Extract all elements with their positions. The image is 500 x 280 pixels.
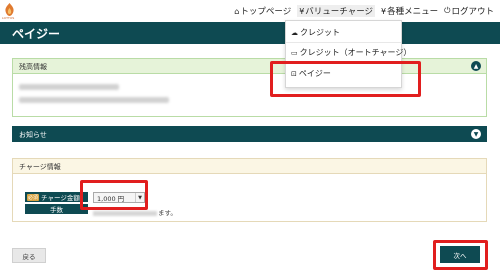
blurred-note — [93, 210, 157, 216]
page-title: ペイジー — [12, 27, 61, 41]
nav-top-page-label: トップページ — [240, 7, 292, 17]
required-badge: 必須 — [27, 193, 40, 201]
dropdown-divider — [286, 42, 401, 43]
charge-panel-title: チャージ情報 — [19, 163, 61, 171]
page-header: ペイジー — [0, 22, 500, 44]
notice-panel[interactable]: お知らせ ▼ — [12, 126, 487, 142]
back-button[interactable]: 戻る — [12, 248, 46, 263]
nav-value-charge[interactable]: ¥ バリューチャージ — [297, 5, 376, 17]
top-navbar: LOTTOS ⌂ トップページ ¥ バリューチャージ ¥ 各種メニュー ⏻ ログ… — [0, 0, 500, 22]
chevron-down-icon[interactable]: ▼ — [471, 129, 481, 139]
logo-text: LOTTOS — [2, 16, 15, 20]
nav-logout-label: ログアウト — [451, 7, 494, 17]
credit-card-icon: ▭ — [291, 48, 298, 57]
highlight-next — [433, 240, 488, 270]
logo-icon[interactable] — [4, 3, 15, 17]
nav-menu-label: 各種メニュー — [387, 7, 439, 17]
blurred-balance-line-2 — [19, 97, 169, 103]
charge-panel-header: チャージ情報 — [13, 159, 486, 174]
nav-logout[interactable]: ⏻ ログアウト — [444, 5, 494, 17]
chevron-up-icon[interactable]: ▲ — [471, 61, 481, 71]
fee-label: 手数 — [25, 204, 88, 214]
yen-icon: ¥ — [381, 6, 387, 16]
highlight-amount — [80, 180, 148, 210]
nav-top-page[interactable]: ⌂ トップページ — [234, 5, 292, 18]
charge-amount-label: 必須 チャージ金額 — [25, 192, 88, 202]
dropdown-item-credit-auto-label: クレジット（オートチャージ） — [299, 48, 412, 57]
main-nav: ⌂ トップページ ¥ バリューチャージ ¥ 各種メニュー ⏻ ログアウト — [234, 5, 494, 17]
power-icon: ⏻ — [444, 6, 451, 15]
dropdown-item-credit-label: クレジット — [300, 28, 340, 37]
nav-menu[interactable]: ¥ 各種メニュー — [381, 5, 439, 18]
yen-icon: ¥ — [299, 6, 305, 16]
nav-value-charge-label: バリューチャージ — [305, 7, 374, 17]
home-icon: ⌂ — [234, 6, 240, 16]
balance-panel-title: 残高情報 — [19, 63, 47, 71]
dropdown-item-credit-auto[interactable]: ▭ クレジット（オートチャージ） — [291, 47, 411, 58]
notice-panel-title: お知らせ — [19, 131, 47, 139]
blurred-balance-line-1 — [19, 84, 119, 90]
charge-amount-label-text: チャージ金額 — [41, 194, 80, 202]
cloud-upload-icon: ☁ — [291, 28, 298, 37]
fee-note-suffix: ます。 — [158, 209, 177, 217]
highlight-payeasy — [270, 61, 421, 97]
dropdown-item-credit[interactable]: ☁ クレジット — [291, 27, 340, 38]
